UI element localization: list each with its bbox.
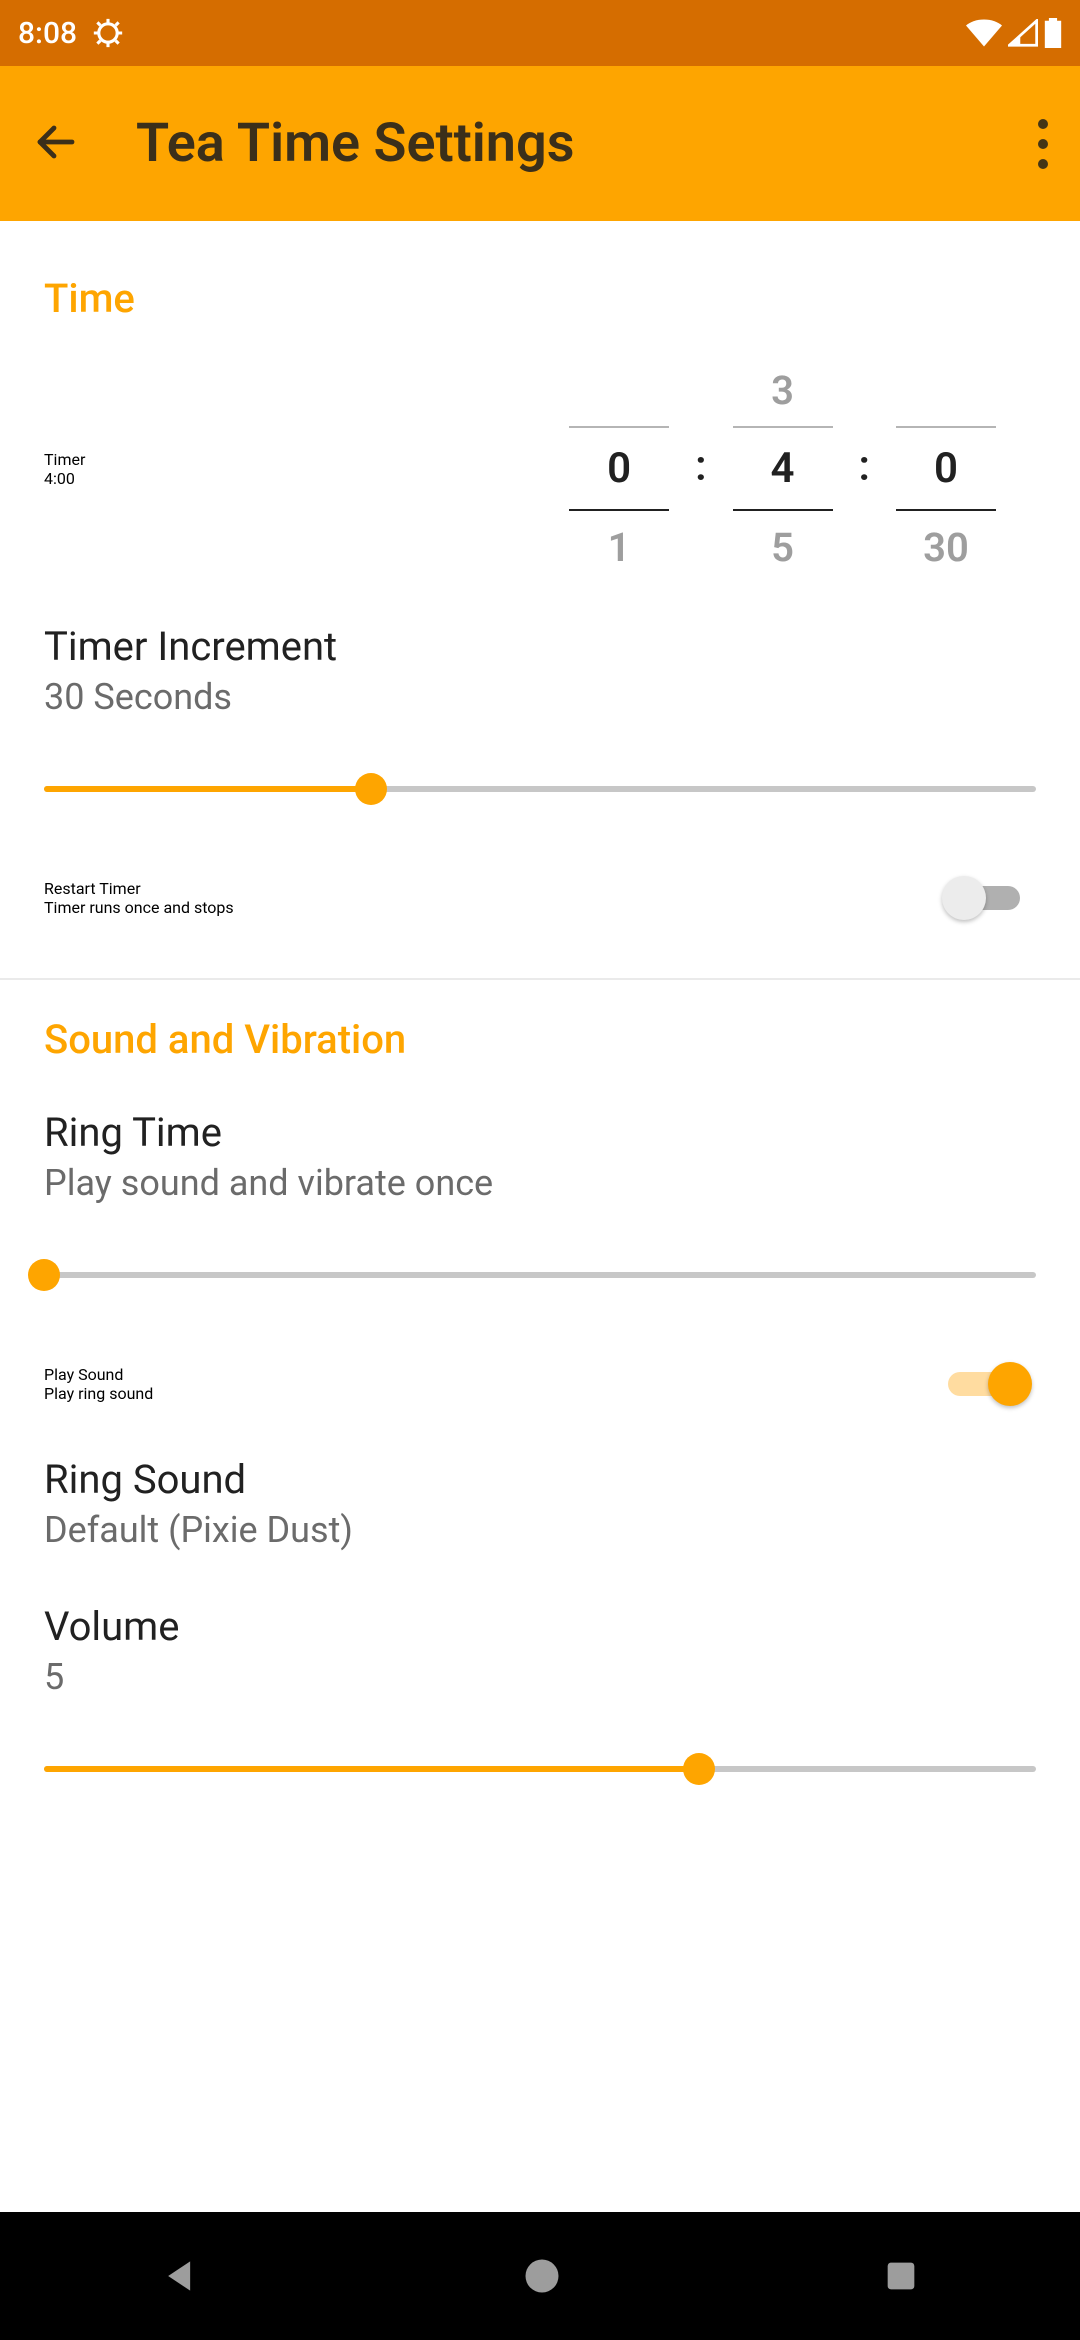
page-title: Tea Time Settings [136, 112, 1038, 175]
overflow-menu-button[interactable] [1038, 109, 1048, 179]
slider-thumb-icon [683, 1753, 715, 1785]
volume-row: Volume 5 [0, 1573, 1080, 1720]
timer-increment-label: Timer Increment [44, 623, 1036, 670]
ring-time-slider-wrap [0, 1226, 1080, 1334]
arrow-left-icon [32, 118, 80, 166]
volume-value: 5 [44, 1656, 1036, 1698]
status-bar: 8:08 [0, 0, 1080, 66]
ring-time-sub: Play sound and vibrate once [44, 1162, 1036, 1204]
square-icon [881, 2256, 921, 2296]
back-button[interactable] [32, 118, 80, 170]
ring-time-row: Ring Time Play sound and vibrate once [0, 1087, 1080, 1226]
timer-increment-row: Timer Increment 30 Seconds [0, 601, 1080, 740]
nav-recent-button[interactable] [881, 2256, 921, 2296]
battery-icon [1044, 18, 1062, 48]
restart-timer-switch[interactable] [942, 876, 1026, 920]
cell-signal-icon [1008, 19, 1038, 47]
picker-hours-next: 1 [608, 519, 631, 575]
ring-sound-label: Ring Sound [44, 1456, 1036, 1503]
volume-slider[interactable] [44, 1750, 1036, 1788]
picker-seconds-next: 30 [923, 519, 969, 575]
restart-timer-sub: Timer runs once and stops [44, 898, 942, 917]
settings-sync-icon [91, 16, 125, 50]
ring-time-slider[interactable] [44, 1256, 1036, 1294]
picker-minutes-prev: 3 [771, 362, 794, 418]
timer-increment-slider-wrap [0, 740, 1080, 848]
play-sound-label: Play Sound [44, 1365, 942, 1384]
timer-increment-value: 30 Seconds [44, 676, 1036, 718]
slider-thumb-icon [355, 773, 387, 805]
picker-hours-sel: 0 [569, 426, 669, 511]
volume-label: Volume [44, 1603, 1036, 1650]
picker-seconds[interactable]: 0 30 [896, 354, 996, 583]
status-left: 8:08 [18, 16, 125, 51]
nav-back-button[interactable] [159, 2254, 203, 2298]
time-picker[interactable]: 0 1 : 3 4 5 : 0 30 [484, 354, 1036, 583]
more-vert-icon [1038, 119, 1048, 129]
ring-sound-row[interactable]: Ring Sound Default (Pixie Dust) [0, 1434, 1080, 1573]
switch-knob-icon [988, 1362, 1032, 1406]
play-sound-sub: Play ring sound [44, 1384, 942, 1403]
section-header-time: Time [0, 257, 1080, 346]
slider-thumb-icon [28, 1259, 60, 1291]
timer-increment-slider[interactable] [44, 770, 1036, 808]
timer-label: Timer [44, 450, 484, 469]
picker-sep-1: : [695, 442, 706, 495]
section-header-sound: Sound and Vibration [0, 980, 1080, 1087]
nav-home-button[interactable] [520, 2254, 564, 2298]
timer-row: Timer 4:00 0 1 : 3 4 5 : 0 30 [0, 346, 1080, 601]
play-sound-switch[interactable] [942, 1362, 1026, 1406]
switch-knob-icon [942, 876, 986, 920]
picker-minutes-sel: 4 [733, 426, 833, 511]
restart-timer-row[interactable]: Restart Timer Timer runs once and stops [0, 848, 1080, 948]
system-nav-bar [0, 2212, 1080, 2340]
timer-labels: Timer 4:00 [44, 450, 484, 488]
settings-content: Time Timer 4:00 0 1 : 3 4 5 : 0 30 [0, 221, 1080, 2212]
ring-sound-value: Default (Pixie Dust) [44, 1509, 1036, 1551]
status-right [966, 18, 1062, 48]
app-bar: Tea Time Settings [0, 66, 1080, 221]
play-sound-row[interactable]: Play Sound Play ring sound [0, 1334, 1080, 1434]
timer-value: 4:00 [44, 469, 484, 488]
picker-minutes[interactable]: 3 4 5 [733, 354, 833, 583]
picker-sep-2: : [859, 442, 870, 495]
picker-seconds-sel: 0 [896, 426, 996, 511]
wifi-icon [966, 19, 1002, 47]
volume-slider-wrap [0, 1720, 1080, 1828]
status-time: 8:08 [18, 16, 77, 51]
circle-icon [520, 2254, 564, 2298]
picker-minutes-next: 5 [771, 519, 794, 575]
triangle-left-icon [159, 2254, 203, 2298]
picker-hours[interactable]: 0 1 [569, 354, 669, 583]
ring-time-label: Ring Time [44, 1109, 1036, 1156]
restart-timer-label: Restart Timer [44, 879, 942, 898]
